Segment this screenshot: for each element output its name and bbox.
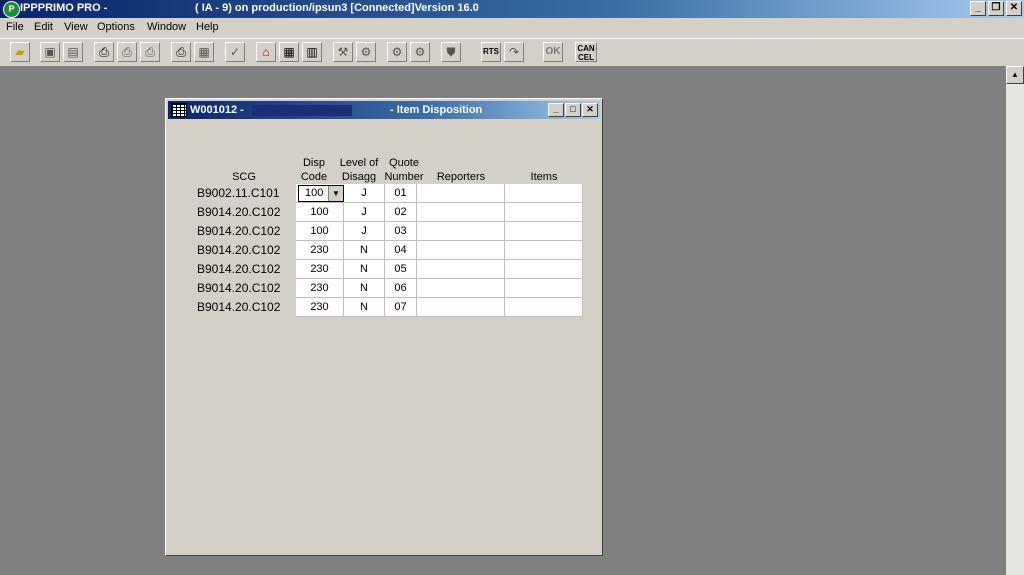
row-scg: B9014.20.C102 [197,243,281,257]
quote-cell[interactable]: 06 [385,279,417,298]
disp-cell[interactable]: 230 [296,260,344,279]
row-scg: B9002.11.C101 [197,186,280,200]
save-icon[interactable]: ▣ [40,42,60,62]
row-scg: B9014.20.C102 [197,224,281,238]
items-cell[interactable] [505,222,583,241]
tool-a-icon[interactable]: ⚒ [333,42,353,62]
quote-cell[interactable]: 02 [385,203,417,222]
save-all-icon[interactable]: ▤ [63,42,83,62]
row-scg: B9014.20.C102 [197,300,281,314]
grid-icon[interactable]: ▦ [279,42,299,62]
disp-cell[interactable]: 230 [296,241,344,260]
redacted-block [252,105,352,116]
quote-cell[interactable]: 05 [385,260,417,279]
level-cell[interactable]: N [344,241,385,260]
grid-window-icon [171,103,187,117]
ok-button[interactable]: OK [543,42,563,62]
reporters-cell[interactable] [417,260,505,279]
child-minimize-button[interactable]: _ [548,103,564,117]
reporters-cell[interactable] [417,298,505,317]
header-disp-code: Disp Code [300,157,328,183]
gear-b-icon[interactable]: ⚙ [410,42,430,62]
redo-icon[interactable]: ↷ [504,42,524,62]
rts-button[interactable]: RTS [481,42,501,62]
level-cell[interactable]: N [344,260,385,279]
menu-bar: File Edit View Options Window Help [0,18,1024,38]
row-scg: B9014.20.C102 [197,205,281,219]
row-scg: B9014.20.C102 [197,281,281,295]
print-preview-icon[interactable]: ⎙ [117,42,137,62]
print-icon[interactable]: ⎙ [94,42,114,62]
reporters-cell[interactable] [417,203,505,222]
restore-button[interactable]: ❐ [988,1,1004,16]
close-button[interactable]: ✕ [1006,1,1022,16]
disp-cell[interactable]: 100 [296,222,344,241]
reporters-cell[interactable] [417,279,505,298]
quote-cell[interactable]: 01 [385,184,417,203]
disp-code-dropdown[interactable]: 100 ▼ [298,185,344,202]
open-folder-icon[interactable]: ▰ [10,42,30,62]
quote-cell[interactable]: 03 [385,222,417,241]
disp-code-value: 100 [305,187,324,199]
shield-icon[interactable]: ⛊ [441,42,461,62]
level-cell[interactable]: J [344,203,385,222]
child-close-button[interactable]: ✕ [582,103,598,117]
cancel-button[interactable]: CAN CEL [575,42,597,62]
chevron-down-icon[interactable]: ▼ [328,186,343,201]
vertical-scrollbar[interactable]: ▲ [1006,66,1024,575]
check-icon[interactable]: ✓ [225,42,245,62]
quote-cell[interactable]: 07 [385,298,417,317]
app-subtitle: ( IA - 9) on production/ipsun3 [Connecte… [195,2,479,14]
menu-file[interactable]: File [6,21,24,33]
gear-a-icon[interactable]: ⚙ [387,42,407,62]
disp-cell[interactable]: 230 [296,279,344,298]
window-title: - Item Disposition [390,104,483,116]
items-cell[interactable] [505,203,583,222]
header-reporters: Reporters [436,171,486,183]
scroll-up-icon[interactable]: ▲ [1006,66,1024,84]
menu-window[interactable]: Window [147,21,186,33]
child-title-bar[interactable]: W001012 - - Item Disposition _ □ ✕ [168,101,600,119]
level-cell[interactable]: J [344,222,385,241]
calendar-icon[interactable]: ▥ [302,42,322,62]
print-setup-icon[interactable]: ⎙ [140,42,160,62]
row-scg: B9014.20.C102 [197,262,281,276]
toolbar: ▰ ▣ ▤ ⎙ ⎙ ⎙ ⎙ ▦ ✓ ⌂ ▦ ▥ ⚒ ⚙ ⚙ ⚙ ⛊ RTS ↷ … [0,38,1024,67]
items-cell[interactable] [505,260,583,279]
tool-b-icon[interactable]: ⚙ [356,42,376,62]
print-report-icon[interactable]: ▦ [194,42,214,62]
app-title: IPPPRIMO PRO - [20,2,108,14]
items-cell[interactable] [505,298,583,317]
window-id: W001012 - [190,104,244,116]
printer-icon[interactable]: ⎙ [171,42,191,62]
items-cell[interactable] [505,184,583,203]
menu-options[interactable]: Options [97,21,135,33]
items-cell[interactable] [505,279,583,298]
reporters-cell[interactable] [417,184,505,203]
child-maximize-button[interactable]: □ [565,103,581,117]
level-cell[interactable]: N [344,279,385,298]
level-cell[interactable]: N [344,298,385,317]
items-cell[interactable] [505,241,583,260]
home-icon[interactable]: ⌂ [256,42,276,62]
app-title-bar[interactable]: P IPPPRIMO PRO - ( IA - 9) on production… [0,0,1024,18]
menu-help[interactable]: Help [196,21,219,33]
disp-cell[interactable]: 230 [296,298,344,317]
quote-cell[interactable]: 04 [385,241,417,260]
header-level-of-disagg: Level of Disagg [339,157,379,183]
reporters-cell[interactable] [417,241,505,260]
item-disposition-window: W001012 - - Item Disposition _ □ ✕ SCG D… [165,98,603,556]
menu-view[interactable]: View [64,21,88,33]
level-cell[interactable]: J [344,184,385,203]
header-scg: SCG [232,171,256,183]
header-items: Items [530,171,558,183]
disp-cell[interactable]: 100 [296,203,344,222]
app-logo-icon[interactable]: P [3,1,20,18]
menu-edit[interactable]: Edit [34,21,53,33]
minimize-button[interactable]: _ [970,1,986,16]
reporters-cell[interactable] [417,222,505,241]
